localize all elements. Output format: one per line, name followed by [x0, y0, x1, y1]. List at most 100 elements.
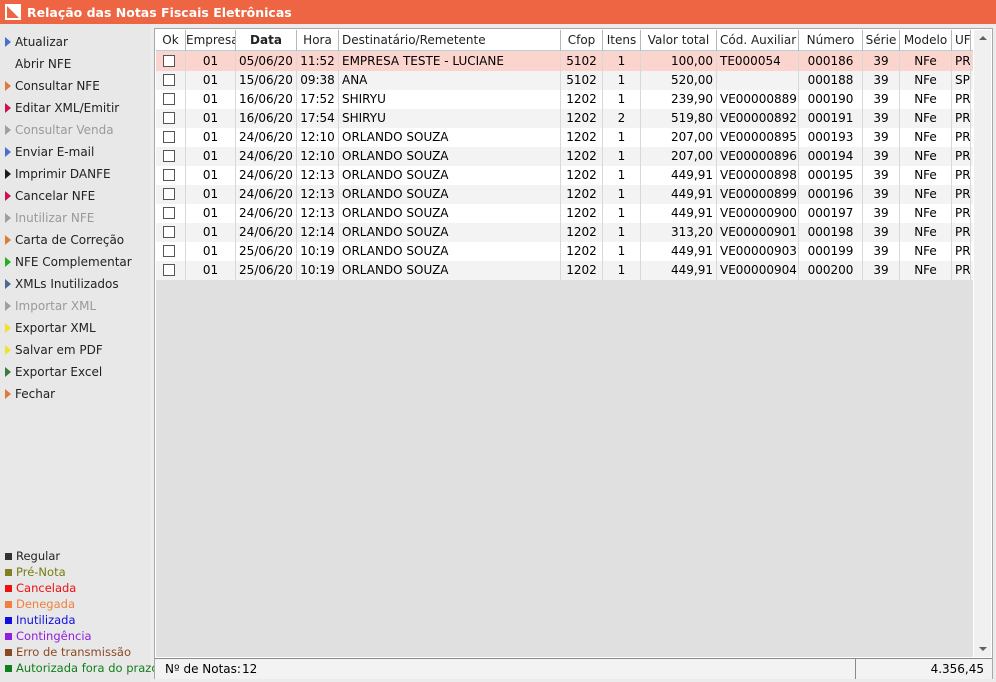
table-row[interactable]: 01 16/06/20 17:52 SHIRYU 1202 1 239,90 VE000008… [156, 90, 973, 109]
table-cell: NFe [900, 52, 952, 71]
table-cell: NFe [900, 109, 952, 128]
table-cell: 2 [603, 109, 641, 128]
table-row[interactable]: 01 15/06/20 09:38 ANA 5102 1 520,00 000188 39 NFe… [156, 71, 973, 90]
table-cell: 39 [863, 242, 900, 261]
ok-cell [156, 128, 186, 147]
menu-nfe-complementar[interactable]: NFE Complementar [0, 252, 150, 272]
menu-exportar-xml[interactable]: Exportar XML [0, 318, 150, 338]
menu-item-label: Consultar NFE [15, 79, 100, 93]
table-cell: 207,00 [641, 128, 717, 147]
row-checkbox[interactable] [163, 55, 175, 67]
column-header[interactable]: Número [799, 30, 863, 51]
row-checkbox[interactable] [163, 93, 175, 105]
menu-xmls-inutilizados[interactable]: XMLs Inutilizados [0, 274, 150, 294]
table-cell: 01 [186, 242, 236, 261]
table-cell: 239,90 [641, 90, 717, 109]
table-cell: 01 [186, 109, 236, 128]
column-header[interactable]: Série [863, 30, 900, 51]
table-row[interactable]: 01 24/06/20 12:13 ORLANDO SOUZA 1202 1 449,91 V… [156, 204, 973, 223]
table-row[interactable]: 01 16/06/20 17:54 SHIRYU 1202 2 519,80 VE000008… [156, 109, 973, 128]
column-header[interactable]: Destinatário/Remetente [339, 30, 561, 51]
column-header[interactable]: Hora [297, 30, 339, 51]
menu-editar-xml[interactable]: Editar XML/Emitir [0, 98, 150, 118]
menu-consultar-venda[interactable]: Consultar Venda [0, 120, 150, 140]
row-checkbox[interactable] [163, 207, 175, 219]
arrow-right-icon [5, 279, 11, 289]
table-cell: 000190 [799, 90, 863, 109]
scroll-up-icon[interactable] [974, 30, 991, 47]
column-header[interactable]: Cfop [561, 30, 603, 51]
row-checkbox[interactable] [163, 112, 175, 124]
table-cell: 05/06/20 [236, 52, 297, 71]
table-cell: 1 [603, 185, 641, 204]
table-cell: 01 [186, 166, 236, 185]
table-row[interactable]: 01 24/06/20 12:14 ORLANDO SOUZA 1202 1 313,20 V… [156, 223, 973, 242]
menu-abrir-nfe[interactable]: Abrir NFE [0, 54, 150, 74]
column-header[interactable]: Empresa [186, 30, 236, 51]
table-cell: 10:19 [297, 261, 339, 280]
column-header[interactable]: Modelo [900, 30, 952, 51]
table-row[interactable]: 01 25/06/20 10:19 ORLANDO SOUZA 1202 1 449,91 V… [156, 261, 973, 280]
legend-item: Erro de transmissão [0, 644, 131, 660]
menu-carta-correcao[interactable]: Carta de Correção [0, 230, 150, 250]
menu-consultar-nfe[interactable]: Consultar NFE [0, 76, 150, 96]
table-cell: 01 [186, 223, 236, 242]
table-row[interactable]: 01 24/06/20 12:13 ORLANDO SOUZA 1202 1 449,91 V… [156, 185, 973, 204]
table-cell: 39 [863, 109, 900, 128]
row-checkbox[interactable] [163, 245, 175, 257]
menu-importar-xml[interactable]: Importar XML [0, 296, 150, 316]
menu-cancelar-nfe[interactable]: Cancelar NFE [0, 186, 150, 206]
row-checkbox[interactable] [163, 169, 175, 181]
table-cell: 1 [603, 204, 641, 223]
row-checkbox[interactable] [163, 226, 175, 238]
row-checkbox[interactable] [163, 131, 175, 143]
column-header[interactable]: Cód. Auxiliar [717, 30, 799, 51]
row-checkbox[interactable] [163, 264, 175, 276]
column-header[interactable]: Valor total [641, 30, 717, 51]
legend-swatch [5, 648, 12, 656]
table-row[interactable]: 01 24/06/20 12:10 ORLANDO SOUZA 1202 1 207,00 V… [156, 128, 973, 147]
menu-item-label: Enviar E-mail [15, 145, 95, 159]
legend-swatch [5, 600, 12, 608]
legend-item: Pré-Nota [0, 564, 66, 580]
table-cell [717, 71, 799, 90]
menu-exportar-excel[interactable]: Exportar Excel [0, 362, 150, 382]
table-cell: ORLANDO SOUZA [339, 166, 561, 185]
table-cell: 15/06/20 [236, 71, 297, 90]
menu-imprimir-danfe[interactable]: Imprimir DANFE [0, 164, 150, 184]
table-row[interactable]: 01 24/06/20 12:13 ORLANDO SOUZA 1202 1 449,91 V… [156, 166, 973, 185]
table-cell: ORLANDO SOUZA [339, 261, 561, 280]
table-cell: 1 [603, 52, 641, 71]
table-cell: 25/06/20 [236, 242, 297, 261]
table-cell: VE00000904 [717, 261, 799, 280]
row-checkbox[interactable] [163, 74, 175, 86]
scroll-down-icon[interactable] [974, 640, 991, 657]
table-row[interactable]: 01 24/06/20 12:10 ORLANDO SOUZA 1202 1 207,00 V… [156, 147, 973, 166]
menu-salvar-pdf[interactable]: Salvar em PDF [0, 340, 150, 360]
table-cell: 39 [863, 52, 900, 71]
table-cell: VE00000901 [717, 223, 799, 242]
row-checkbox[interactable] [163, 150, 175, 162]
table-cell: PR [952, 90, 971, 109]
legend-swatch [5, 632, 12, 640]
table-row[interactable]: 01 25/06/20 10:19 ORLANDO SOUZA 1202 1 449,91 V… [156, 242, 973, 261]
column-header[interactable]: Itens [603, 30, 641, 51]
column-header[interactable]: UF [952, 30, 971, 51]
table-cell: ORLANDO SOUZA [339, 223, 561, 242]
legend-item: Contingência [0, 628, 92, 644]
menu-enviar-email[interactable]: Enviar E-mail [0, 142, 150, 162]
legend-item: Regular [0, 548, 60, 564]
column-header[interactable]: Ok [156, 30, 186, 51]
table-cell: PR [952, 223, 971, 242]
menu-fechar[interactable]: Fechar [0, 384, 150, 404]
table-cell: PR [952, 261, 971, 280]
table-cell: PR [952, 128, 971, 147]
table-row[interactable]: 01 05/06/20 11:52 EMPRESA TESTE - LUCIANE 51… [156, 52, 973, 71]
menu-atualizar[interactable]: Atualizar [0, 32, 150, 52]
row-checkbox[interactable] [163, 188, 175, 200]
table-cell: 449,91 [641, 204, 717, 223]
vertical-scrollbar[interactable] [974, 30, 991, 657]
menu-inutilizar-nfe[interactable]: Inutilizar NFE [0, 208, 150, 228]
table-cell: 449,91 [641, 261, 717, 280]
column-header[interactable]: Data [236, 30, 297, 51]
